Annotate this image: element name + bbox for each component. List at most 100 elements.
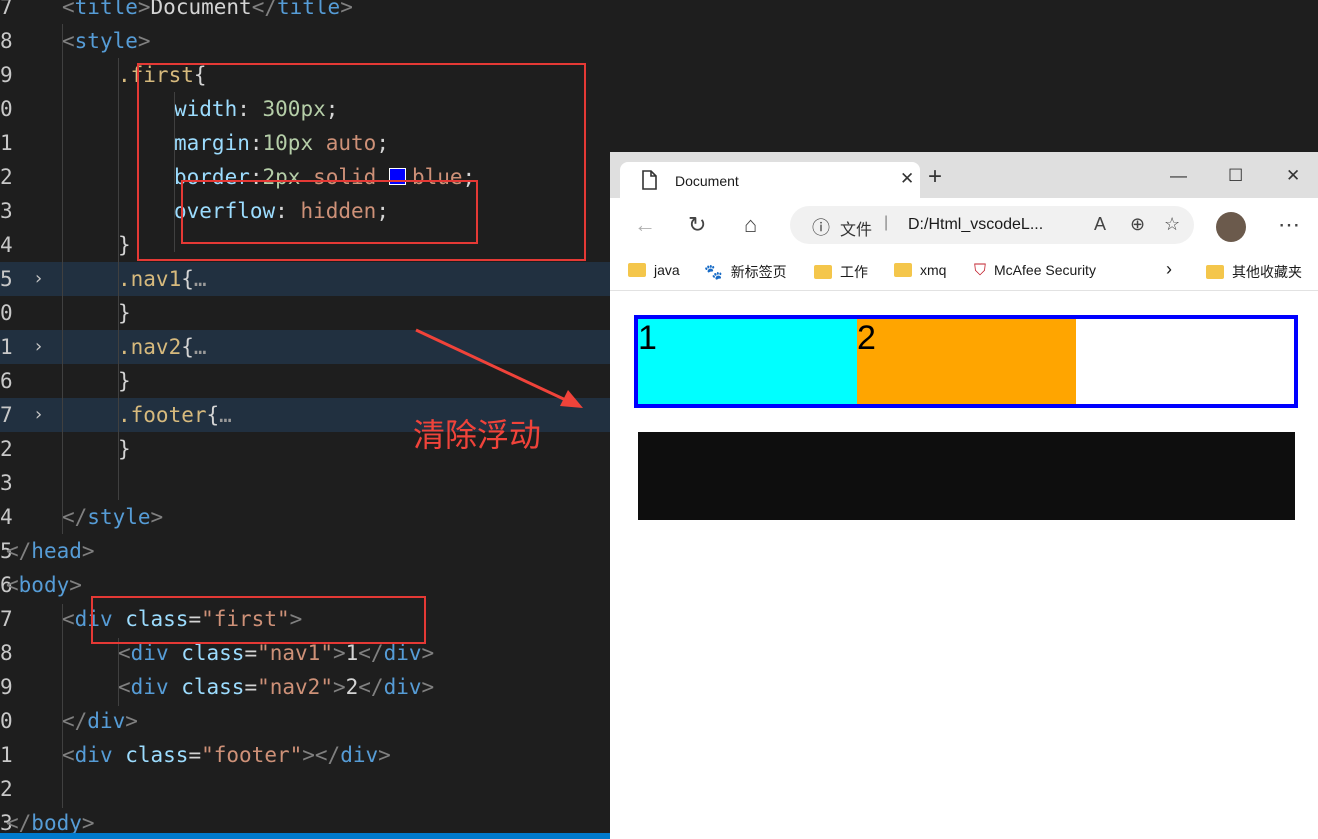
home-icon[interactable]: ⌂ [744,212,757,238]
code-token: > [81,811,95,835]
code-line[interactable]: 8 <style> [0,24,610,58]
page-content: 1 2 [610,291,1318,839]
line-number: 1 [0,131,13,155]
code-token: class [112,743,189,767]
code-token: { [206,403,220,427]
code-token: body [31,811,82,835]
code-token: > [340,0,353,19]
paw-icon: 🐾 [704,264,723,281]
code-token: < [62,607,75,631]
code-token: = [244,675,258,699]
fav-item-mcafee[interactable]: ⛉ McAfee Security [974,262,1096,280]
code-token: { [181,335,194,359]
code-token: div [340,743,379,767]
code-line[interactable]: 4 </style> [0,500,610,534]
fav-item-other[interactable]: 其他收藏夹 [1206,262,1302,282]
code-text: <style> [62,29,151,53]
code-line[interactable]: 2 [0,772,610,806]
code-line[interactable]: 9 <div class="nav2">2</div> [0,670,610,704]
folder-icon [1206,265,1224,279]
fav-item-newtab[interactable]: 🐾 新标签页 [704,262,787,282]
refresh-icon[interactable]: ↻ [688,212,706,238]
code-token: > [421,675,435,699]
avatar[interactable] [1216,212,1246,242]
code-text: } [118,301,131,325]
code-text: </style> [62,505,163,529]
code-token: div [383,675,422,699]
code-token: > [81,539,95,563]
back-icon[interactable]: ← [634,212,656,238]
folded-code-line[interactable]: 5 › .nav1{… [0,262,610,296]
code-token: < [62,0,75,19]
code-token: .footer [118,403,207,427]
code-text: } [118,233,131,257]
code-token: "nav2" [257,675,333,699]
code-text: </body> [6,811,95,835]
minimize-button[interactable]: — [1170,166,1187,186]
fold-chevron-icon[interactable]: › [33,403,44,427]
line-number: 2 [0,777,13,801]
code-line[interactable]: 5 </head> [0,534,610,568]
folder-icon [814,265,832,279]
code-token: </ [62,709,88,733]
code-token: … [193,335,207,359]
code-token: div [130,675,169,699]
more-icon[interactable]: ⋯ [1278,212,1300,238]
code-token: < [118,641,131,665]
code-text: </head> [6,539,95,563]
url-text[interactable]: D:/Html_vscodeL... [908,216,1043,234]
code-token: div [383,641,422,665]
new-tab-button[interactable]: + [928,165,942,189]
code-text: } [118,437,131,461]
browser-window: Document ✕ + — ☐ ✕ ← ↻ ⌂ ⓘ 文件 | D:/Html_… [610,152,1318,839]
code-token: > [378,743,391,767]
code-token: ></ [302,743,341,767]
footer-box [638,432,1295,520]
line-number: 7 [0,403,13,427]
zoom-icon[interactable]: ⊕ [1130,214,1145,235]
line-number: 3 [0,471,13,495]
more-favorites-chevron-icon[interactable]: › [1166,259,1172,280]
code-token: > [332,675,346,699]
code-token: < [62,29,75,53]
highlight-box-first-div [91,596,426,644]
close-tab-icon[interactable]: ✕ [900,169,914,189]
code-line[interactable]: 0 </div> [0,704,610,738]
toolbar: ← ↻ ⌂ ⓘ 文件 | D:/Html_vscodeL... A ⊕ ☆ ⋯ [610,198,1318,252]
code-token: </ [62,505,88,529]
line-number: 4 [0,505,13,529]
url-separator: | [884,214,889,231]
fav-item-work[interactable]: 工作 [814,262,868,282]
code-text: .nav1{… [118,267,207,291]
fav-item-xmq[interactable]: xmq [894,262,946,278]
page-icon [642,170,657,190]
line-number: 7 [0,607,13,631]
fold-chevron-icon[interactable]: › [33,267,44,291]
code-line[interactable]: 7 <title>Document</title> [0,0,610,24]
code-line[interactable]: 3 [0,466,610,500]
code-token: < [62,743,75,767]
code-token: < [118,675,131,699]
read-aloud-icon[interactable]: A [1094,214,1106,235]
close-window-button[interactable]: ✕ [1286,166,1300,186]
mcafee-shield-icon: ⛉ [974,262,987,279]
tab-title: Document [675,173,739,189]
code-token: "footer" [201,743,303,767]
line-number: 2 [0,165,13,189]
code-token: style [74,29,138,53]
favorite-star-icon[interactable]: ☆ [1164,214,1180,235]
info-icon[interactable]: ⓘ [812,214,830,240]
code-token: Document [150,0,252,19]
code-token: </ [358,675,384,699]
line-number: 1 [0,743,13,767]
fold-chevron-icon[interactable]: › [33,335,44,359]
fav-item-java[interactable]: java [628,262,680,278]
code-token: .nav2 [118,335,182,359]
code-text: } [118,369,131,393]
address-bar[interactable]: ⓘ 文件 | D:/Html_vscodeL... A ⊕ ☆ [790,206,1194,244]
indent-guide [62,604,63,808]
maximize-button[interactable]: ☐ [1228,166,1243,186]
code-line[interactable]: 1 <div class="footer"></div> [0,738,610,772]
tab-document[interactable]: Document ✕ [620,162,920,198]
line-number: 5 [0,267,13,291]
